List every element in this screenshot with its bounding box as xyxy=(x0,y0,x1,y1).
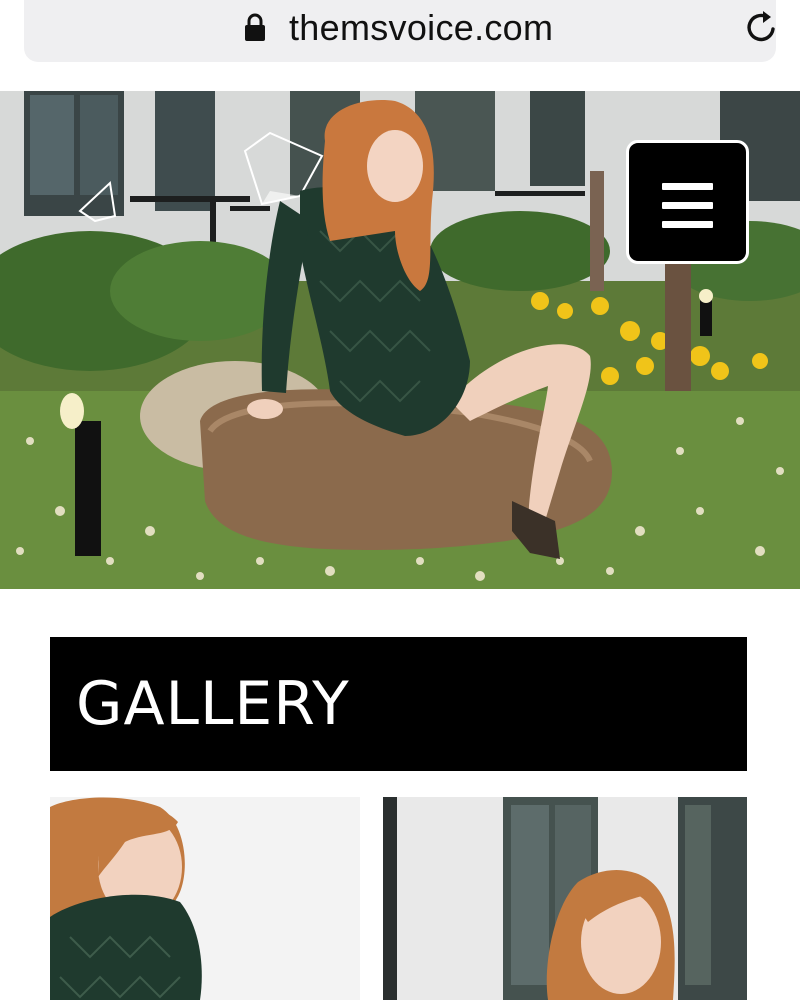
address-bar[interactable]: themsvoice.com xyxy=(24,0,776,62)
gallery-thumbnail-1[interactable] xyxy=(50,797,360,1000)
gallery-thumbnail-2[interactable] xyxy=(383,797,747,1000)
lock-icon xyxy=(245,13,265,41)
gallery-heading-banner: GALLERY xyxy=(50,637,747,771)
reload-icon[interactable] xyxy=(743,8,781,46)
hamburger-menu-button[interactable] xyxy=(626,140,749,264)
gallery-title: GALLERY xyxy=(76,669,350,739)
url-text[interactable]: themsvoice.com xyxy=(289,4,553,52)
